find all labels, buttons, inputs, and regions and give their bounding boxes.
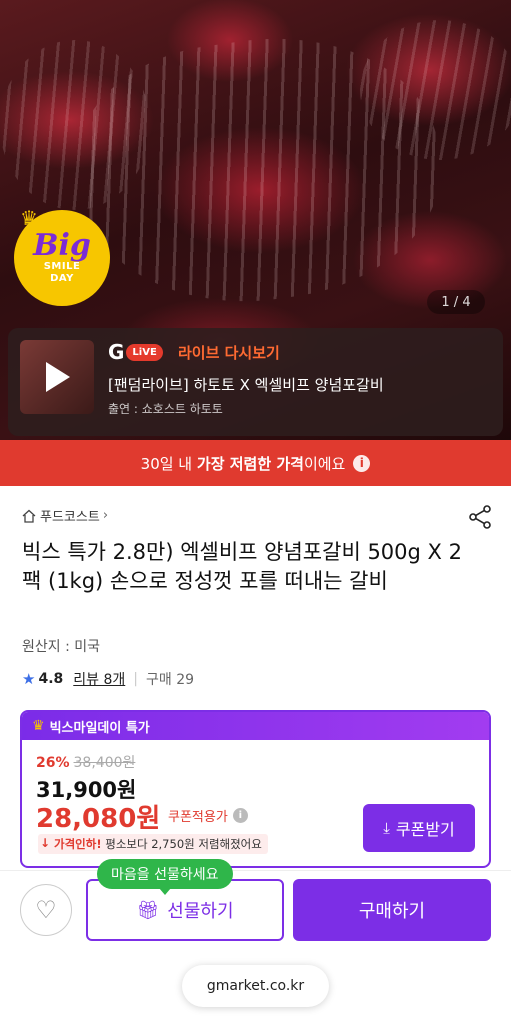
home-icon bbox=[22, 509, 36, 523]
product-page: ♛ Big SMILE DAY 1 / 4 G LiVE 라이브 다시보기 [팬… bbox=[0, 0, 511, 1024]
meat-texture-right bbox=[360, 20, 511, 160]
promo-header: ♛ 빅스마일데이 특가 bbox=[22, 712, 489, 740]
url-bar[interactable]: gmarket.co.kr bbox=[182, 965, 329, 1007]
review-link[interactable]: 리뷰 8개 bbox=[73, 669, 125, 689]
banner-suffix: 이에요 bbox=[303, 454, 346, 473]
star-icon: ★ bbox=[22, 670, 36, 688]
coupon-button-label: 쿠폰받기 bbox=[395, 820, 455, 839]
badge-big-text: Big bbox=[33, 228, 91, 263]
chevron-right-icon: › bbox=[102, 508, 109, 523]
coupon-price: 28,080원 bbox=[36, 804, 161, 834]
badge-day-text: DAY bbox=[50, 273, 74, 284]
gift-icon: 🎁︎ bbox=[136, 899, 160, 921]
price-drop-text: 평소보다 2,750원 저렴해졌어요 bbox=[101, 837, 262, 851]
banner-highlight: 가장 저렴한 가격 bbox=[196, 454, 304, 473]
play-icon[interactable] bbox=[46, 362, 70, 392]
discount-percent: 26% bbox=[36, 755, 70, 771]
promo-header-label: 빅스마일데이 특가 bbox=[49, 720, 150, 736]
breadcrumb-store[interactable]: 푸드코스트 bbox=[40, 506, 100, 525]
divider: | bbox=[133, 671, 138, 687]
promo-price-box: ♛ 빅스마일데이 특가 26% 38,400원 31,900원 28,080원 … bbox=[20, 710, 491, 868]
lowest-price-banner[interactable]: 30일 내 가장 저렴한 가격 이에요 i bbox=[0, 440, 511, 486]
glive-logo: G LiVE bbox=[108, 342, 163, 362]
image-pager: 1 / 4 bbox=[427, 290, 485, 314]
live-host: 출연 : 쇼호스트 하토토 bbox=[108, 402, 223, 416]
live-replay-link[interactable]: 라이브 다시보기 bbox=[178, 342, 280, 363]
meat-texture-left bbox=[0, 40, 150, 210]
wishlist-button[interactable]: ♡ bbox=[20, 884, 72, 936]
price-drop-tag: ↓ 가격인하! 평소보다 2,750원 저렴해졌어요 bbox=[38, 834, 268, 854]
gift-tooltip: 마음을 선물하세요 bbox=[97, 859, 233, 895]
heart-icon: ♡ bbox=[35, 896, 57, 924]
rating-score: 4.8 bbox=[38, 671, 64, 687]
get-coupon-button[interactable]: ⤓ 쿠폰받기 bbox=[363, 804, 475, 852]
live-thumbnail[interactable] bbox=[20, 340, 94, 414]
crown-icon: ♛ bbox=[20, 206, 38, 230]
coupon-note-label: 쿠폰적용가 bbox=[168, 810, 228, 825]
buy-button-label: 구매하기 bbox=[358, 901, 426, 922]
crown-icon: ♛ bbox=[32, 718, 45, 734]
origin-info: 원산지 : 미국 bbox=[22, 639, 101, 655]
product-title: 빅스 특가 2.8만) 엑셀비프 양념포갈비 500g X 2팩 (1kg) 손… bbox=[22, 540, 462, 593]
buy-button[interactable]: 구매하기 bbox=[293, 879, 491, 941]
discount-row: 26% 38,400원 bbox=[36, 752, 135, 772]
info-icon[interactable]: i bbox=[353, 454, 371, 472]
original-price: 38,400원 bbox=[73, 755, 136, 771]
live-badge: LiVE bbox=[126, 343, 163, 361]
share-icon[interactable] bbox=[467, 504, 493, 530]
g-logo-letter: G bbox=[108, 340, 125, 364]
gift-button-label: 선물하기 bbox=[167, 901, 234, 922]
product-hero-image[interactable]: ♛ Big SMILE DAY 1 / 4 G LiVE 라이브 다시보기 [팬… bbox=[0, 0, 511, 440]
live-replay-card[interactable]: G LiVE 라이브 다시보기 [팬덤라이브] 하토토 X 엑셀비프 양념포갈비… bbox=[8, 328, 503, 436]
live-title: [팬덤라이브] 하토토 X 엑셀비프 양념포갈비 bbox=[108, 376, 384, 394]
badge-smile-text: SMILE bbox=[43, 261, 81, 272]
purchase-count: 구매 29 bbox=[145, 672, 195, 688]
info-icon[interactable]: i bbox=[232, 808, 248, 823]
arrow-down-icon: ↓ bbox=[40, 836, 51, 850]
price-drop-lead: 가격인하! bbox=[54, 837, 102, 851]
big-smile-day-badge: ♛ Big SMILE DAY bbox=[14, 206, 110, 306]
coupon-note: 쿠폰적용가 i bbox=[168, 806, 248, 825]
breadcrumb[interactable]: 푸드코스트 › bbox=[22, 506, 108, 525]
download-icon: ⤓ bbox=[383, 819, 390, 837]
banner-prefix: 30일 내 bbox=[140, 454, 197, 473]
rating-row: ★ 4.8 리뷰 8개 | 구매 29 bbox=[22, 669, 194, 689]
